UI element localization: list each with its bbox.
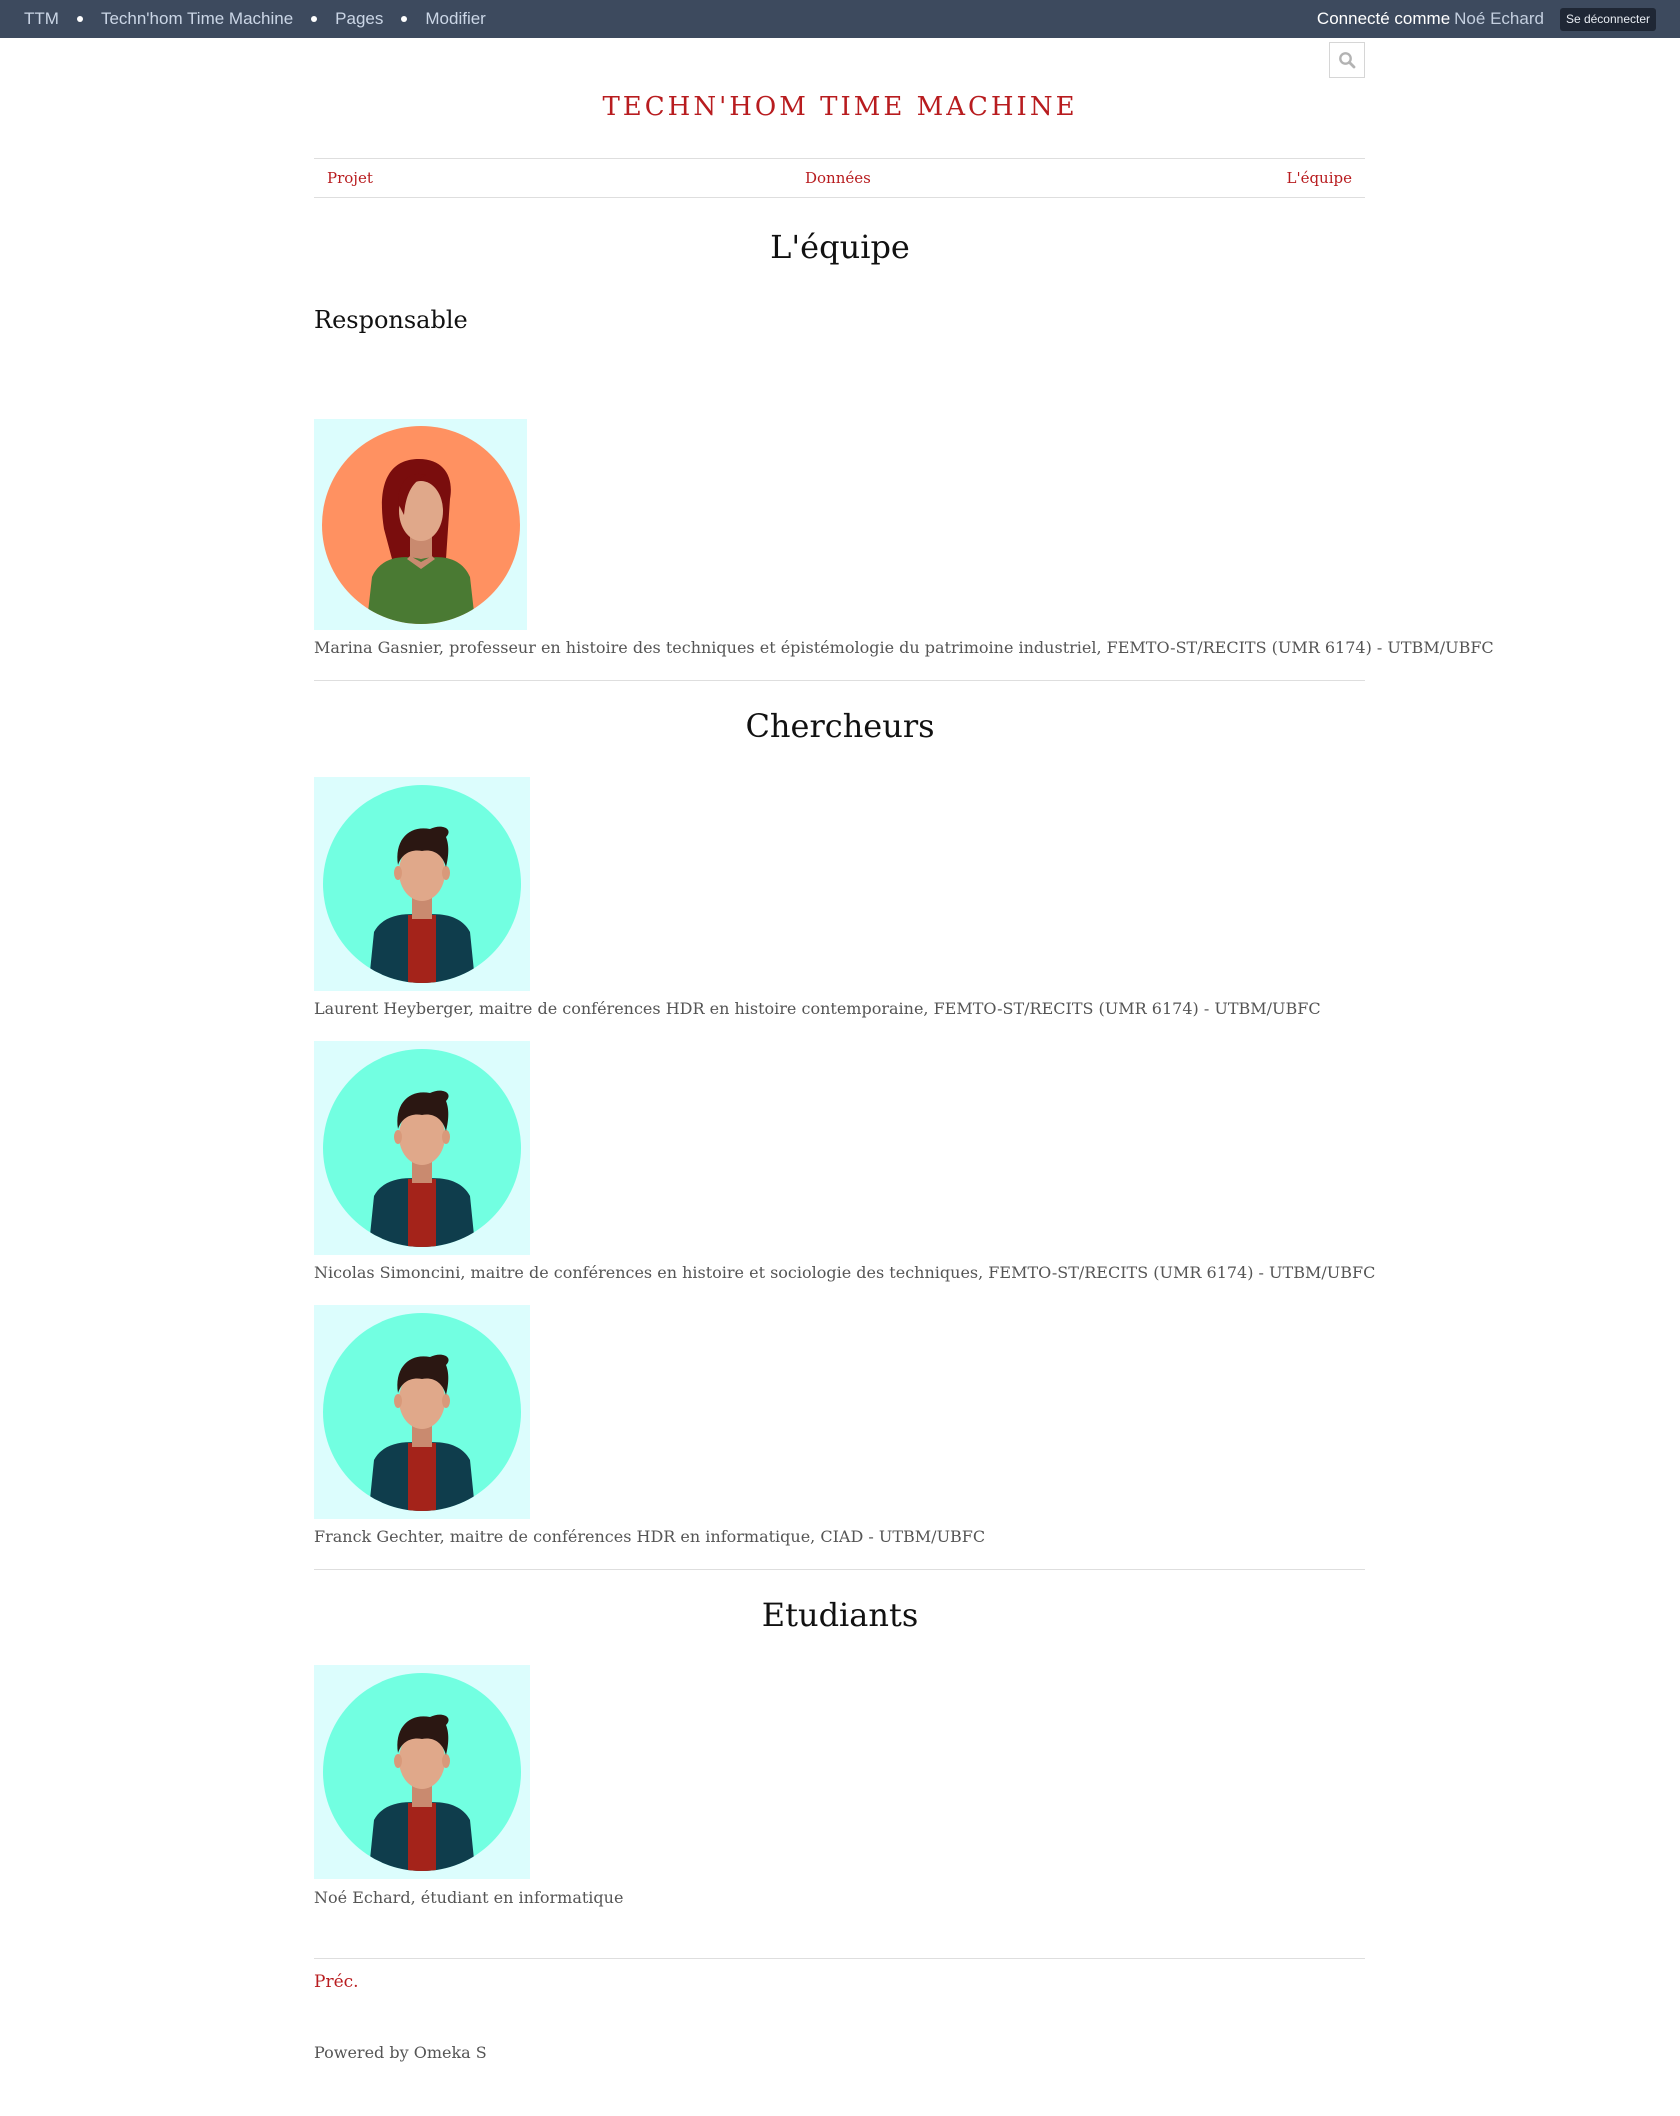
avatar-male — [314, 1305, 530, 1519]
divider — [314, 1958, 1365, 1959]
nav-item-projet[interactable]: Projet — [327, 169, 373, 187]
search-button[interactable] — [1329, 42, 1365, 78]
nav-item-equipe[interactable]: L'équipe — [1286, 169, 1352, 187]
admin-link-ttm[interactable]: TTM — [24, 9, 59, 29]
previous-page-link[interactable]: Préc. — [314, 1972, 359, 1992]
section-heading-chercheurs: Chercheurs — [745, 707, 935, 745]
page-title: L'équipe — [770, 228, 910, 266]
avatar-male — [314, 1665, 530, 1879]
member-caption: Laurent Heyberger, maitre de conférences… — [314, 999, 1321, 1018]
site-title[interactable]: TECHN'HOM TIME MACHINE — [0, 92, 1680, 122]
admin-breadcrumb: TTM Techn'hom Time Machine Pages Modifie… — [24, 0, 486, 38]
member-caption: Franck Gechter, maitre de conférences HD… — [314, 1527, 986, 1546]
user-name-link[interactable]: Noé Echard — [1454, 9, 1544, 29]
divider — [314, 680, 1365, 681]
admin-user-area: Connecté comme Noé Echard Se déconnecter — [1317, 0, 1656, 38]
admin-link-pages[interactable]: Pages — [335, 9, 383, 29]
avatar-male — [314, 777, 530, 991]
section-heading-responsable: Responsable — [314, 306, 468, 334]
avatar-male — [314, 1041, 530, 1255]
avatar-female — [314, 419, 527, 630]
member-caption: Nicolas Simoncini, maitre de conférences… — [314, 1263, 1376, 1282]
separator-dot — [76, 16, 83, 22]
connected-as-label: Connecté comme — [1316, 9, 1451, 28]
divider — [314, 1569, 1365, 1570]
admin-bar: TTM Techn'hom Time Machine Pages Modifie… — [0, 0, 1680, 38]
separator-dot — [401, 16, 408, 22]
member-caption: Noé Echard, étudiant en informatique — [314, 1888, 624, 1907]
section-heading-etudiants: Etudiants — [761, 1596, 919, 1634]
logout-button[interactable]: Se déconnecter — [1559, 7, 1656, 31]
admin-link-edit[interactable]: Modifier — [425, 9, 485, 29]
member-caption: Marina Gasnier, professeur en histoire d… — [314, 638, 1494, 657]
footer-powered-by: Powered by Omeka S — [314, 2043, 487, 2062]
admin-link-site[interactable]: Techn'hom Time Machine — [101, 9, 293, 29]
separator-dot — [311, 16, 318, 22]
main-nav: Projet Données L'équipe — [314, 158, 1365, 198]
search-icon — [1339, 52, 1356, 69]
nav-item-donnees[interactable]: Données — [805, 169, 871, 187]
